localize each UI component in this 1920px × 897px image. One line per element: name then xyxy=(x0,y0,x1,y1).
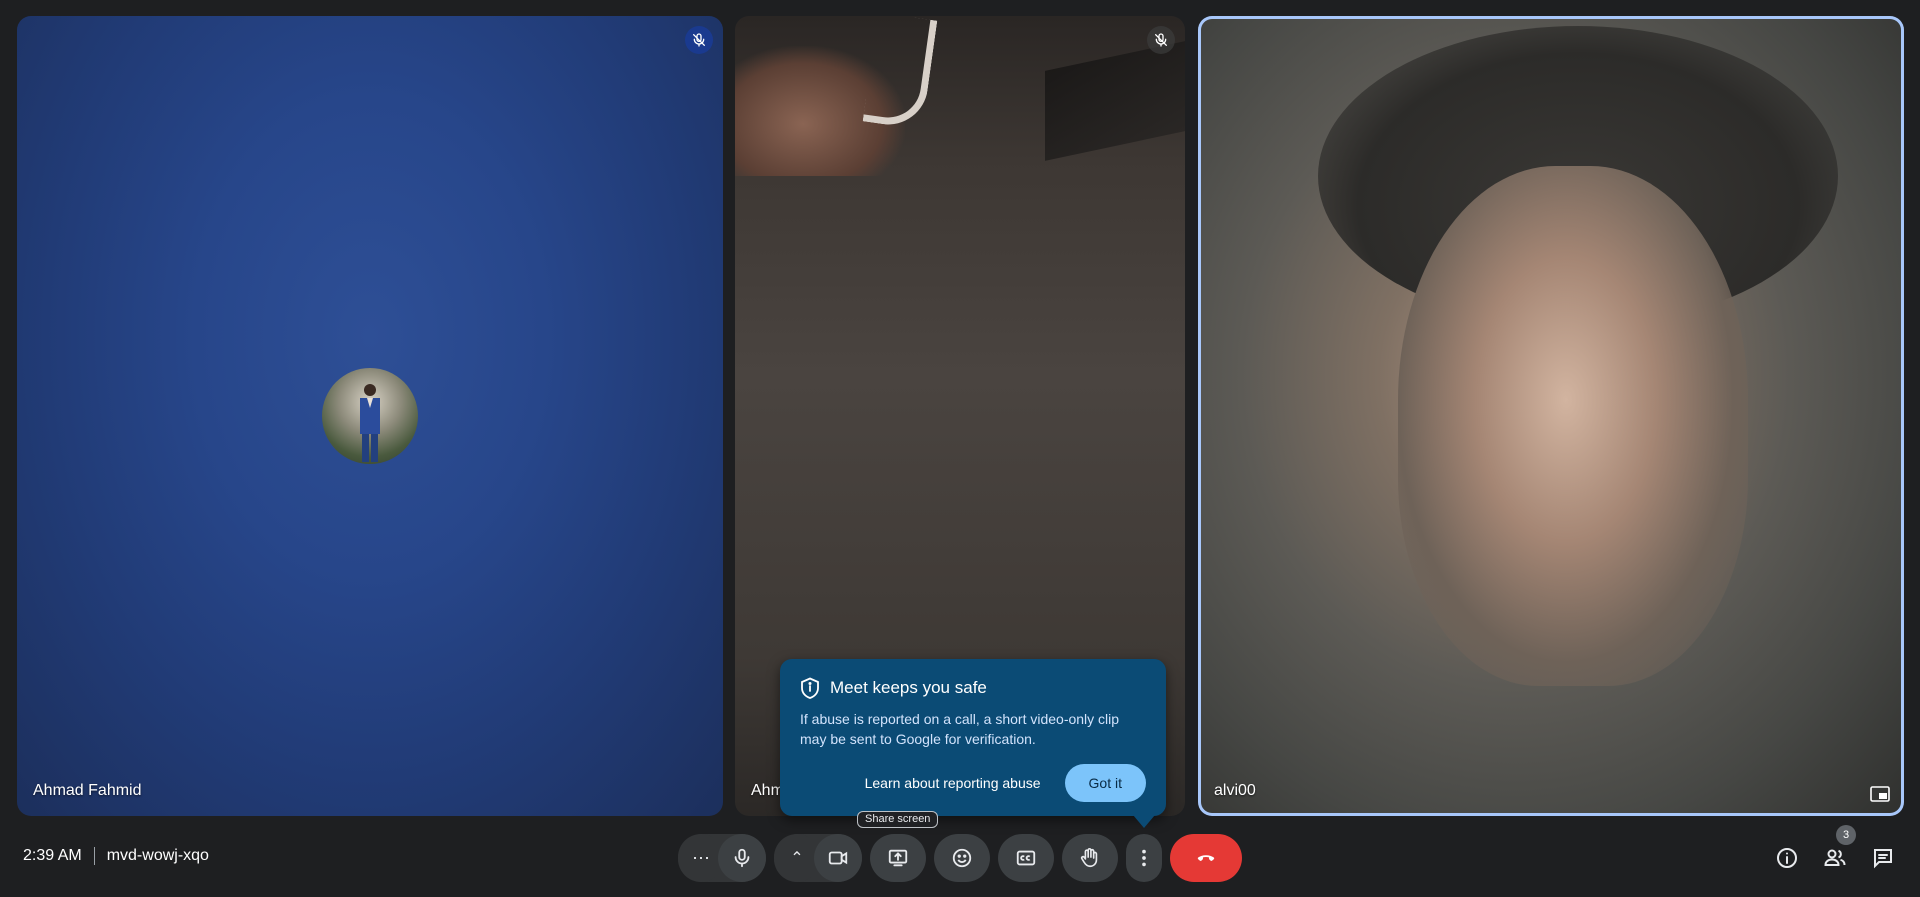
meeting-time: 2:39 AM xyxy=(23,847,82,864)
more-options-button[interactable] xyxy=(1126,834,1162,882)
microphone-button[interactable] xyxy=(718,834,766,882)
share-screen-tooltip: Share screen xyxy=(857,811,939,828)
popup-title: Meet keeps you safe xyxy=(830,678,987,697)
meeting-details-icon[interactable] xyxy=(1775,846,1799,870)
chat-icon[interactable] xyxy=(1871,846,1895,870)
participant-avatar xyxy=(322,368,418,464)
learn-reporting-link[interactable]: Learn about reporting abuse xyxy=(865,775,1041,791)
hand-icon xyxy=(1080,848,1098,868)
raise-hand-button[interactable] xyxy=(1062,834,1118,882)
meeting-info: 2:39 AM mvd-wowj-xqo xyxy=(23,847,209,865)
muted-mic-icon xyxy=(685,26,713,54)
captions-button[interactable] xyxy=(998,834,1054,882)
participant-name: Ahm xyxy=(751,782,784,799)
meeting-code[interactable]: mvd-wowj-xqo xyxy=(107,847,209,865)
safety-popup: Meet keeps you safe If abuse is reported… xyxy=(780,659,1166,828)
picture-in-picture-icon[interactable] xyxy=(1870,786,1890,802)
emoji-icon xyxy=(952,848,972,868)
reactions-button[interactable] xyxy=(934,834,990,882)
got-it-button[interactable]: Got it xyxy=(1064,764,1146,802)
people-icon[interactable] xyxy=(1823,846,1847,870)
participant-name: Ahmad Fahmid xyxy=(33,782,142,799)
popup-body: If abuse is reported on a call, a short … xyxy=(800,711,1120,747)
video-shadow xyxy=(1045,41,1185,161)
video-cable xyxy=(862,16,938,130)
divider xyxy=(93,847,95,865)
video-face xyxy=(1398,166,1748,686)
more-vert-icon xyxy=(1142,849,1146,867)
shield-icon xyxy=(801,677,819,699)
participant-name: alvi00 xyxy=(1214,782,1256,799)
microphone-icon xyxy=(734,848,750,868)
captions-icon xyxy=(1016,850,1036,866)
hang-up-icon xyxy=(1197,855,1215,861)
leave-call-button[interactable] xyxy=(1170,834,1242,882)
people-count-badge: 3 xyxy=(1836,825,1856,845)
camera-button[interactable] xyxy=(814,834,862,882)
participant-tile-3[interactable]: alvi00 xyxy=(1198,16,1904,816)
camera-icon xyxy=(828,851,848,865)
share-screen-icon xyxy=(888,849,908,867)
meet-stage: Ahmad Fahmid Ahm alvi00 Meet keeps you s… xyxy=(0,0,1920,897)
participant-tile-1[interactable]: Ahmad Fahmid xyxy=(17,16,723,816)
muted-mic-icon xyxy=(1147,26,1175,54)
share-screen-button[interactable] xyxy=(870,834,926,882)
